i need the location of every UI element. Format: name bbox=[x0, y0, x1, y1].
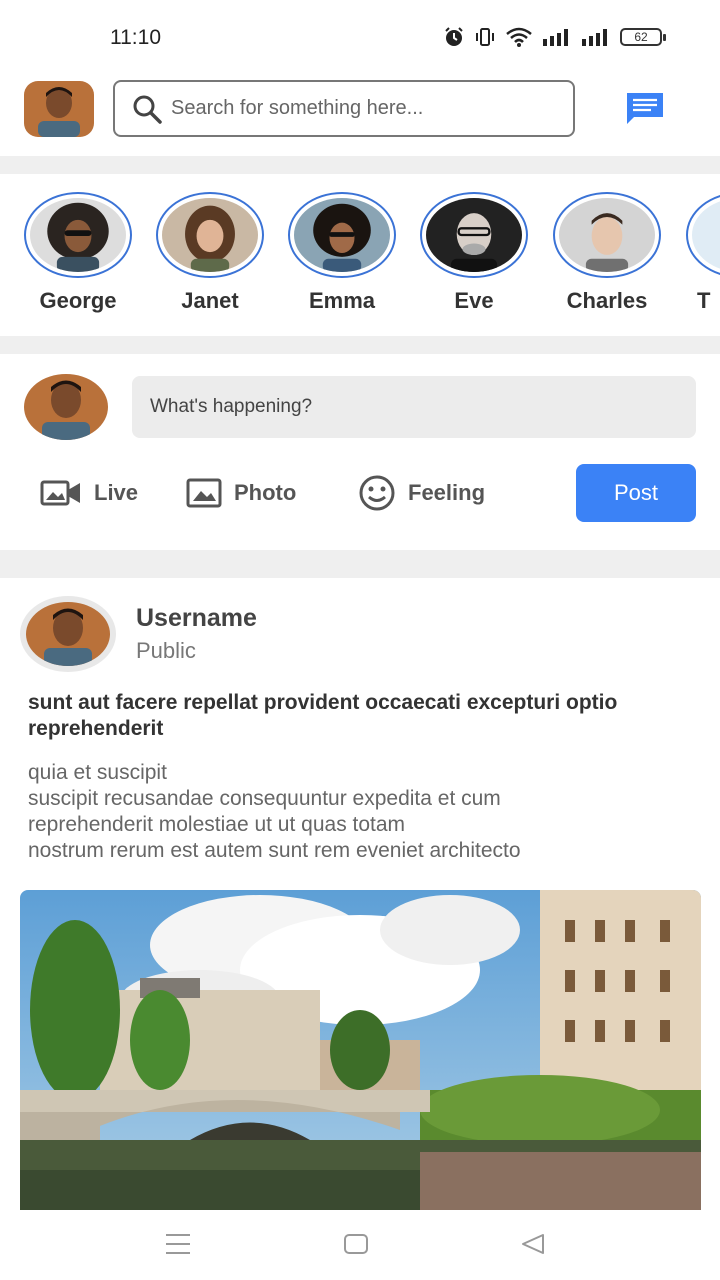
feed-post: Username Public sunt aut facere repellat… bbox=[0, 578, 720, 1210]
photo-button[interactable]: Photo bbox=[186, 464, 296, 522]
menu-icon[interactable] bbox=[165, 1232, 191, 1256]
status-bar: 11:10 62 bbox=[0, 0, 720, 76]
story-avatar bbox=[559, 198, 655, 272]
story-avatar-ring bbox=[288, 192, 396, 278]
system-nav-bar bbox=[0, 1210, 720, 1280]
video-camera-icon bbox=[40, 480, 80, 506]
story-avatar bbox=[426, 198, 522, 272]
photo-label: Photo bbox=[234, 480, 297, 505]
search-input[interactable] bbox=[171, 97, 551, 120]
story-name: Janet bbox=[181, 288, 239, 313]
post-username[interactable]: Username bbox=[136, 604, 257, 633]
battery-indicator: 62 bbox=[620, 28, 666, 46]
story-name: George bbox=[39, 288, 117, 313]
story-item[interactable]: Charles bbox=[552, 192, 662, 314]
post-body: quia et suscipit suscipit recusandae con… bbox=[28, 761, 521, 862]
section-divider bbox=[0, 156, 720, 174]
user-avatar[interactable] bbox=[24, 81, 94, 137]
post-image[interactable] bbox=[20, 890, 701, 1210]
feeling-label: Feeling bbox=[408, 480, 486, 505]
story-avatar-ring bbox=[156, 192, 264, 278]
wifi-icon bbox=[506, 27, 532, 47]
live-button[interactable]: Live bbox=[40, 464, 138, 522]
story-name: Emma bbox=[308, 288, 376, 313]
whats-happening-input[interactable]: What's happening? bbox=[132, 376, 696, 438]
section-divider bbox=[0, 336, 720, 354]
live-label: Live bbox=[94, 480, 139, 505]
signal-icon-1 bbox=[543, 29, 568, 46]
story-item[interactable]: Emma bbox=[287, 192, 397, 314]
smiley-icon bbox=[359, 475, 395, 511]
story-item[interactable]: Janet bbox=[155, 192, 265, 314]
home-icon[interactable] bbox=[343, 1232, 369, 1256]
story-avatar bbox=[162, 198, 258, 272]
vibrate-icon bbox=[476, 28, 494, 46]
story-avatar-ring bbox=[420, 192, 528, 278]
story-name: T bbox=[697, 288, 711, 313]
signal-icon-2 bbox=[582, 29, 607, 46]
stories-row: George Janet Emma Eve Charles T bbox=[0, 174, 720, 336]
post-button[interactable]: Post bbox=[576, 464, 696, 522]
story-avatar bbox=[294, 198, 390, 272]
story-avatar-ring bbox=[553, 192, 661, 278]
post-title: sunt aut facere repellat provident occae… bbox=[28, 691, 618, 740]
story-avatar bbox=[30, 198, 126, 272]
messages-icon[interactable] bbox=[624, 90, 666, 126]
post-composer: What's happening? Live Photo Feeling Pos… bbox=[0, 354, 720, 550]
composer-actions: Live Photo Feeling Post bbox=[0, 464, 720, 524]
section-divider bbox=[0, 550, 720, 578]
back-icon[interactable] bbox=[520, 1232, 546, 1256]
story-item[interactable]: Eve bbox=[419, 192, 529, 314]
feeling-button[interactable]: Feeling bbox=[358, 464, 485, 522]
top-header bbox=[0, 76, 720, 156]
post-visibility: Public bbox=[136, 638, 196, 663]
status-time: 11:10 bbox=[110, 26, 161, 49]
search-icon bbox=[133, 95, 162, 124]
composer-avatar bbox=[24, 374, 108, 440]
photo-icon bbox=[186, 478, 222, 508]
story-avatar bbox=[692, 198, 720, 272]
search-box[interactable] bbox=[113, 80, 575, 137]
story-name: Charles bbox=[566, 288, 648, 313]
alarm-icon bbox=[445, 27, 463, 46]
story-item[interactable]: George bbox=[23, 192, 133, 314]
status-icons: 62 bbox=[443, 26, 666, 48]
story-name: Eve bbox=[454, 288, 494, 313]
story-item[interactable]: T bbox=[685, 192, 720, 314]
story-avatar-ring bbox=[24, 192, 132, 278]
post-author-avatar[interactable] bbox=[20, 596, 116, 672]
story-avatar-ring bbox=[686, 192, 720, 278]
